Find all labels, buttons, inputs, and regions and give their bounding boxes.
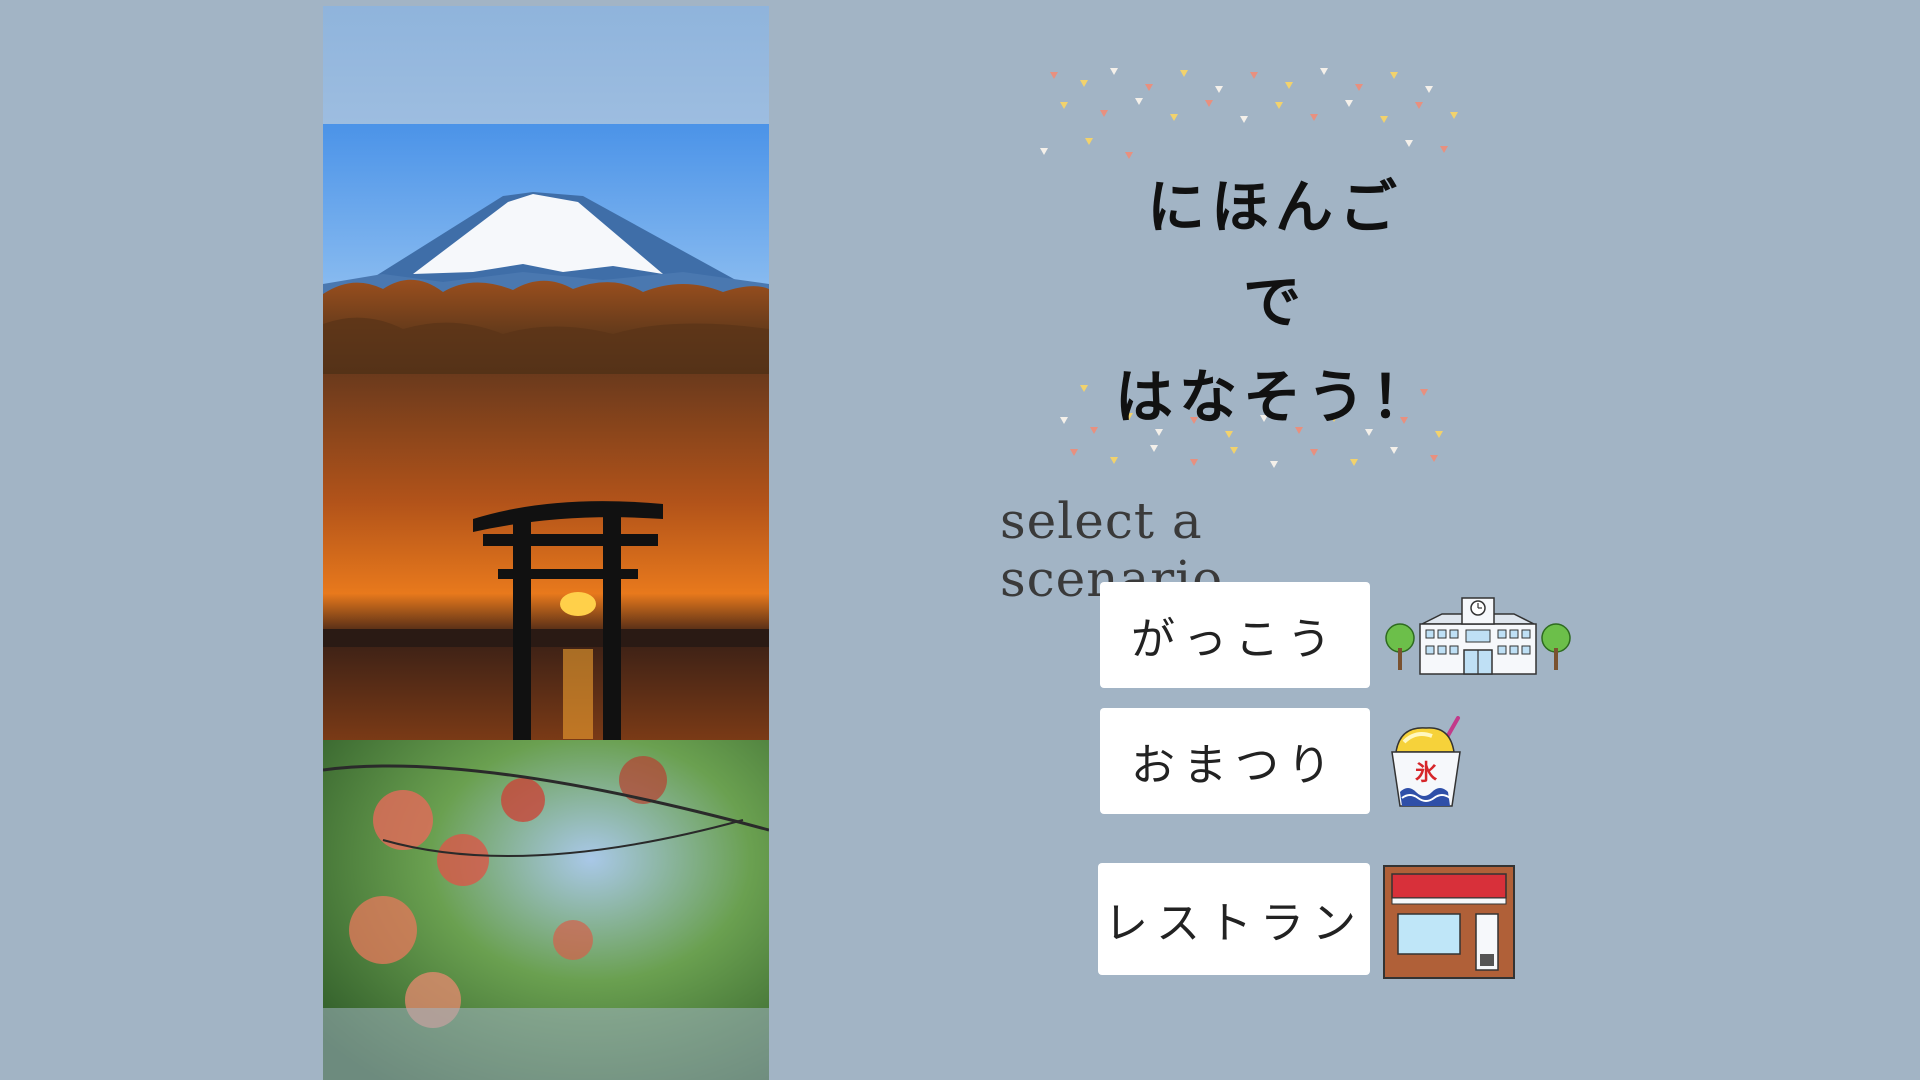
festival-scenario-button[interactable]: おまつり	[1100, 708, 1370, 814]
torii-sunset-photo	[323, 374, 769, 740]
restaurant-storefront-icon	[1383, 865, 1515, 979]
title-line-1: にほんご	[1146, 173, 1403, 241]
title-line-3: はなそう！	[1114, 363, 1435, 431]
school-building-icon	[1385, 597, 1571, 675]
school-scenario-button[interactable]: がっこう	[1100, 582, 1370, 688]
shaved-ice-icon: 氷	[1391, 716, 1461, 807]
mount-fuji-photo	[323, 124, 769, 374]
restaurant-scenario-button[interactable]: レストラン	[1098, 863, 1370, 975]
title-line-2: で	[1242, 268, 1307, 336]
autumn-maple-photo	[323, 740, 769, 1080]
title-block: にほんご で はなそう！	[1040, 60, 1510, 500]
sky-band	[323, 6, 769, 124]
ice-kanji-label: 氷	[1415, 761, 1438, 786]
photo-strip	[323, 6, 769, 1080]
